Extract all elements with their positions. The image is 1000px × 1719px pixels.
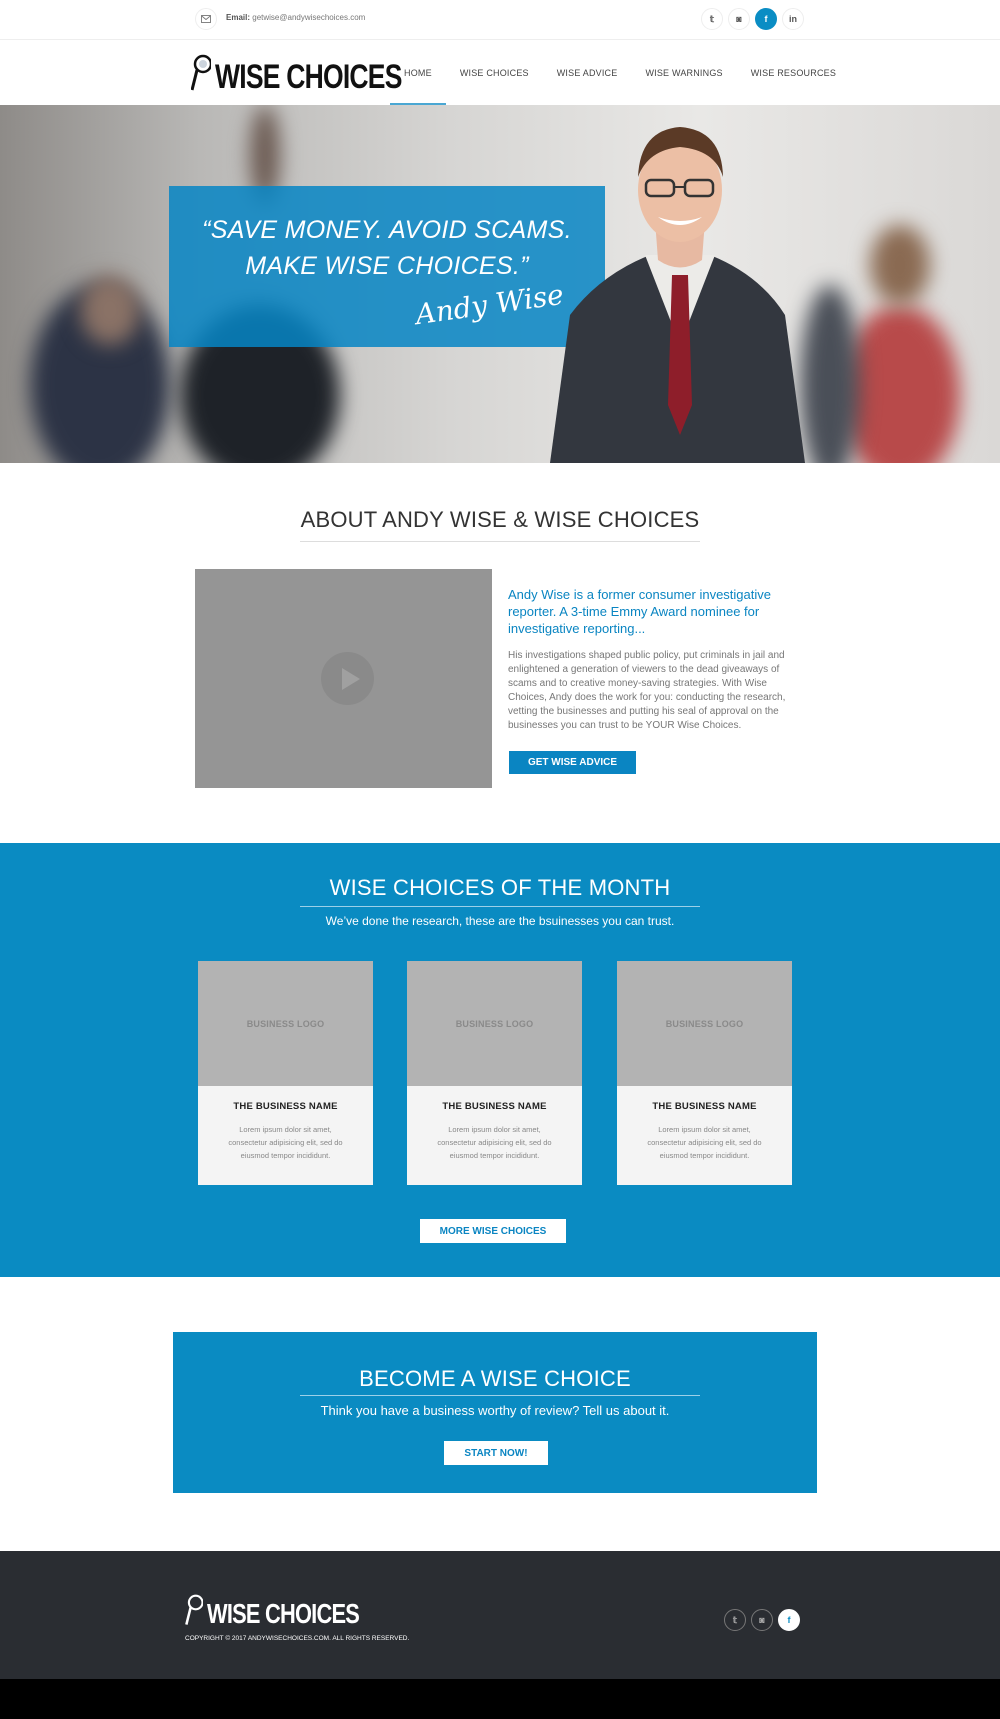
page: Email: getwise@andywisechoices.com 𝕥 ◙ f… — [0, 0, 1000, 1719]
divider — [300, 541, 700, 542]
magnifier-icon — [185, 1594, 203, 1625]
business-name: THE BUSINESS NAME — [652, 1101, 757, 1112]
wise-choices-of-month: WISE CHOICES OF THE MONTH We’ve done the… — [0, 843, 1000, 1277]
business-card[interactable]: BUSINESS LOGO THE BUSINESS NAME Lorem ip… — [617, 961, 792, 1185]
start-now-button[interactable]: START NOW! — [444, 1441, 548, 1465]
become-subtitle: Think you have a business worthy of revi… — [320, 1403, 670, 1418]
page-bottom — [0, 1679, 1000, 1719]
email-label: Email: — [226, 13, 251, 22]
become-wise-choice: BECOME A WISE CHOICE Think you have a bu… — [173, 1332, 817, 1493]
background-blur — [80, 275, 140, 345]
social-links-footer: 𝕥 ◙ f — [724, 1609, 800, 1631]
magnifier-icon — [191, 54, 211, 91]
twitter-icon[interactable]: 𝕥 — [701, 8, 723, 30]
become-title: BECOME A WISE CHOICE — [359, 1366, 631, 1391]
business-logo-placeholder: BUSINESS LOGO — [407, 961, 582, 1086]
about-body: His investigations shaped public policy,… — [508, 650, 786, 731]
play-icon[interactable] — [321, 652, 374, 705]
business-logo-placeholder: BUSINESS LOGO — [617, 961, 792, 1086]
more-wise-choices-button[interactable]: MORE WISE CHOICES — [420, 1219, 566, 1243]
about-title: ABOUT ANDY WISE & WISE CHOICES — [300, 507, 700, 532]
nav-home[interactable]: HOME — [390, 41, 446, 105]
background-blur — [870, 225, 930, 305]
business-name: THE BUSINESS NAME — [233, 1101, 338, 1112]
business-description: Lorem ipsum dolor sit amet, consectetur … — [437, 1125, 552, 1160]
facebook-icon[interactable]: f — [778, 1609, 800, 1631]
copyright: COPYRIGHT © 2017 ANDYWISECHOICES.COM. AL… — [185, 1635, 410, 1642]
social-links-top: 𝕥 ◙ f in — [701, 8, 804, 30]
contact-email[interactable]: Email: getwise@andywisechoices.com — [226, 13, 365, 22]
nav-wise-choices[interactable]: WISE CHOICES — [446, 41, 543, 105]
divider — [300, 906, 700, 907]
business-description: Lorem ipsum dolor sit amet, consectetur … — [228, 1125, 343, 1160]
facebook-icon[interactable]: f — [755, 8, 777, 30]
footer-logo[interactable]: WISE CHOICES — [185, 1594, 402, 1628]
business-card[interactable]: BUSINESS LOGO THE BUSINESS NAME Lorem ip… — [407, 961, 582, 1185]
instagram-icon[interactable]: ◙ — [751, 1609, 773, 1631]
about-lead: Andy Wise is a former consumer investiga… — [508, 587, 771, 636]
main-header: WISE CHOICES HOME WISE CHOICES WISE ADVI… — [0, 41, 1000, 105]
footer: WISE CHOICES COPYRIGHT © 2017 ANDYWISECH… — [0, 1551, 1000, 1679]
logo-text: WISE CHOICES — [207, 1598, 360, 1629]
linkedin-icon[interactable]: in — [782, 8, 804, 30]
video-player[interactable] — [195, 569, 492, 788]
instagram-icon[interactable]: ◙ — [728, 8, 750, 30]
divider — [300, 1395, 700, 1396]
top-bar: Email: getwise@andywisechoices.com 𝕥 ◙ f… — [0, 0, 1000, 40]
get-wise-advice-button[interactable]: GET WISE ADVICE — [509, 751, 636, 774]
twitter-icon[interactable]: 𝕥 — [724, 1609, 746, 1631]
nav-wise-warnings[interactable]: WISE WARNINGS — [631, 41, 736, 105]
business-logo-placeholder: BUSINESS LOGO — [198, 961, 373, 1086]
main-nav: HOME WISE CHOICES WISE ADVICE WISE WARNI… — [390, 41, 850, 105]
month-subtitle: We’ve done the research, these are the b… — [325, 914, 675, 928]
email-address[interactable]: getwise@andywisechoices.com — [252, 13, 365, 22]
business-name: THE BUSINESS NAME — [442, 1101, 547, 1112]
logo-text: WISE CHOICES — [215, 58, 402, 96]
business-card[interactable]: BUSINESS LOGO THE BUSINESS NAME Lorem ip… — [198, 961, 373, 1185]
business-description: Lorem ipsum dolor sit amet, consectetur … — [647, 1125, 762, 1160]
nav-wise-resources[interactable]: WISE RESOURCES — [737, 41, 850, 105]
envelope-icon — [195, 8, 217, 30]
month-title: WISE CHOICES OF THE MONTH — [329, 875, 671, 900]
nav-wise-advice[interactable]: WISE ADVICE — [543, 41, 632, 105]
portrait-image — [550, 127, 805, 463]
hero-banner: “SAVE MONEY. AVOID SCAMS. MAKE WISE CHOI… — [0, 105, 1000, 463]
